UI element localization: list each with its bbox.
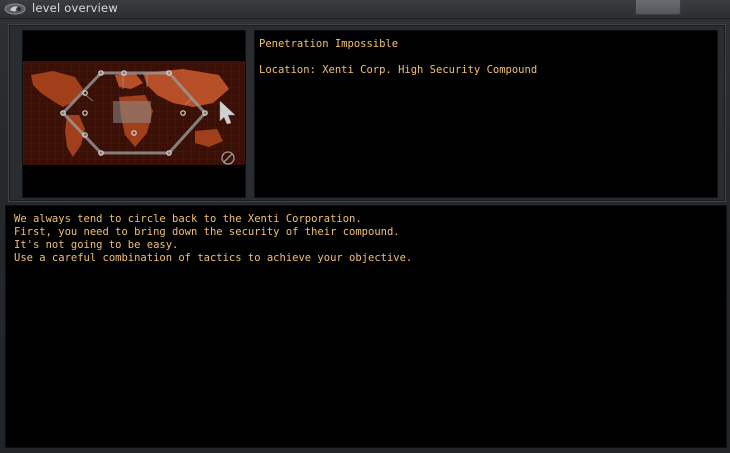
level-name: Penetration Impossible (259, 38, 399, 50)
level-overview-window: level overview Penetration Impossible Lo… (0, 0, 730, 453)
description-line: We always tend to circle back to the Xen… (14, 213, 362, 225)
level-location: Location: Xenti Corp. High Security Comp… (259, 64, 538, 76)
map-image (23, 61, 245, 165)
game-logo-icon (4, 3, 26, 15)
description-text: We always tend to circle back to the Xen… (14, 213, 412, 265)
title-bar: level overview (0, 0, 730, 19)
level-description-panel: We always tend to circle back to the Xen… (6, 206, 726, 447)
description-line: Use a careful combination of tactics to … (14, 252, 413, 264)
level-map-preview (23, 31, 245, 197)
level-info-panel: Penetration Impossible Location: Xenti C… (255, 31, 717, 197)
description-line: First, you need to bring down the securi… (14, 226, 400, 238)
description-line: It's not going to be easy. (14, 239, 179, 251)
target-zone (113, 101, 151, 123)
close-button[interactable] (635, 0, 681, 15)
window-title: level overview (32, 1, 118, 15)
